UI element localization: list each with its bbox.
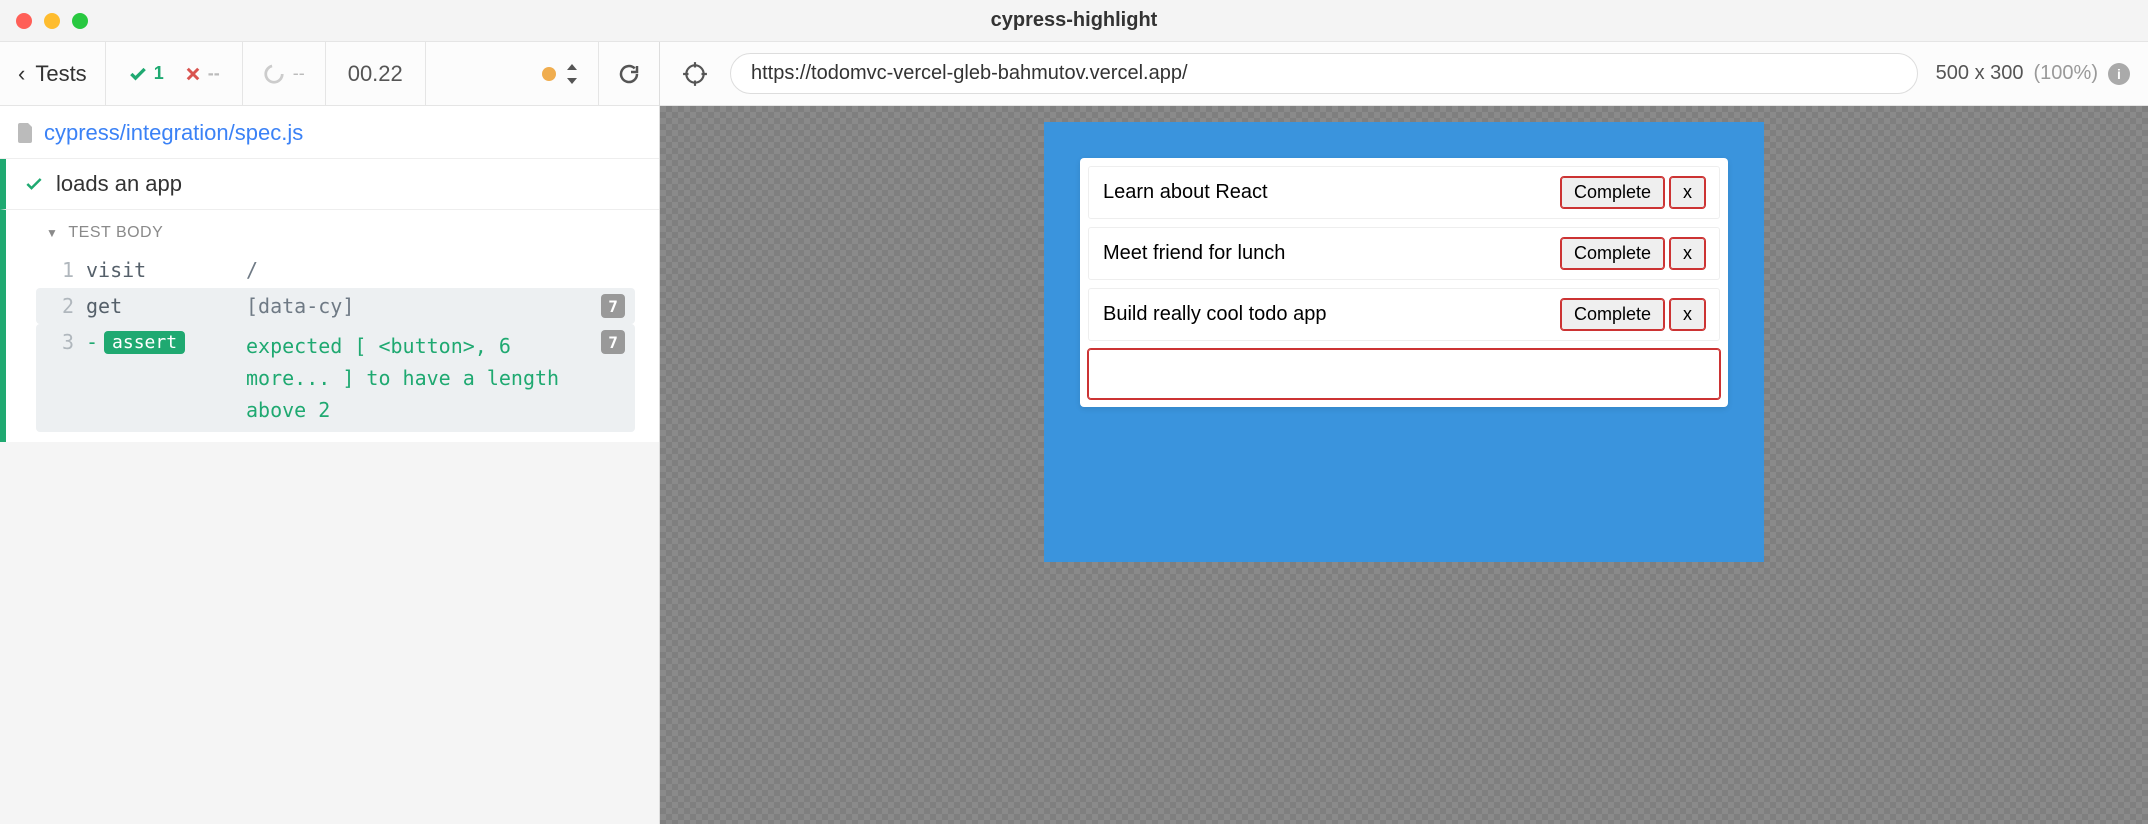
passed-number: 1 <box>154 63 164 84</box>
line-number: 3 <box>46 330 86 354</box>
command-log: 1 visit / 2 get [data-cy] 7 3 - assert <box>6 252 659 432</box>
test-title: loads an app <box>56 171 182 197</box>
window-titlebar: cypress-highlight <box>0 0 2148 42</box>
selector-playground-button[interactable] <box>678 57 712 91</box>
assert-text: expected [ <button>, 6 more... ] to have… <box>246 330 585 426</box>
auto-scroll-toggle[interactable] <box>524 42 599 105</box>
aut-preview-area: Learn about React Complete x Meet friend… <box>660 106 2148 824</box>
remove-button[interactable]: x <box>1670 238 1705 269</box>
info-icon[interactable]: i <box>2108 63 2130 85</box>
command-row[interactable]: 3 - assert expected [ <button>, 6 more..… <box>36 324 635 432</box>
complete-button[interactable]: Complete <box>1561 238 1664 269</box>
assert-badge: assert <box>104 331 185 354</box>
failed-number: -- <box>208 63 220 84</box>
command-name: get <box>86 294 246 318</box>
todo-text: Build really cool todo app <box>1103 303 1326 326</box>
command-row[interactable]: 2 get [data-cy] 7 <box>36 288 635 324</box>
check-icon <box>128 64 148 84</box>
viewport-size: 500 x 300 <box>1936 62 2024 85</box>
spinner-icon <box>263 63 285 85</box>
duration-value: 00.22 <box>348 61 403 87</box>
chevron-left-icon: ‹ <box>18 61 25 87</box>
back-label: Tests <box>35 61 86 87</box>
remove-button[interactable]: x <box>1670 177 1705 208</box>
command-row[interactable]: 1 visit / <box>36 252 635 288</box>
window-zoom-icon[interactable] <box>72 13 88 29</box>
new-todo-input[interactable] <box>1088 349 1720 399</box>
rerun-button[interactable] <box>599 42 659 105</box>
spec-file-link[interactable]: cypress/integration/spec.js <box>0 106 659 159</box>
command-name: visit <box>86 258 246 282</box>
stats-bar: ‹ Tests 1 -- -- 00.22 <box>0 42 659 106</box>
elements-count-badge: 7 <box>601 294 625 318</box>
preview-header: https://todomvc-vercel-gleb-bahmutov.ver… <box>660 42 2148 106</box>
check-icon <box>24 174 44 194</box>
pending-number: -- <box>293 63 305 84</box>
viewport-scale: (100%) <box>2034 62 2098 85</box>
window-minimize-icon[interactable] <box>44 13 60 29</box>
updown-icon <box>564 63 580 85</box>
amber-dot-icon <box>542 67 556 81</box>
passed-count: 1 <box>128 63 164 84</box>
todo-list: Learn about React Complete x Meet friend… <box>1080 158 1728 407</box>
app-under-test: Learn about React Complete x Meet friend… <box>1044 122 1764 562</box>
complete-button[interactable]: Complete <box>1561 299 1664 330</box>
file-icon <box>18 123 34 143</box>
failed-count: -- <box>184 63 220 84</box>
todo-item: Build really cool todo app Complete x <box>1088 288 1720 341</box>
triangle-down-icon: ▼ <box>46 226 58 240</box>
test-body-label: TEST BODY <box>68 224 163 242</box>
url-display[interactable]: https://todomvc-vercel-gleb-bahmutov.ver… <box>730 53 1918 94</box>
todo-item: Learn about React Complete x <box>1088 166 1720 219</box>
command-args: / <box>246 258 585 282</box>
window-close-icon[interactable] <box>16 13 32 29</box>
test-title-row[interactable]: loads an app <box>0 159 659 210</box>
pass-fail-group: 1 -- <box>106 42 243 105</box>
crosshair-icon <box>682 61 708 87</box>
todo-text: Meet friend for lunch <box>1103 242 1285 265</box>
preview-pane: https://todomvc-vercel-gleb-bahmutov.ver… <box>660 42 2148 824</box>
line-number: 1 <box>46 258 86 282</box>
test-body: ▼ TEST BODY 1 visit / 2 get [data-cy] 7 … <box>0 210 659 442</box>
reload-icon <box>617 62 641 86</box>
elements-count-badge: 7 <box>601 330 625 354</box>
reporter-pane: ‹ Tests 1 -- -- 00.22 <box>0 42 660 824</box>
todo-item: Meet friend for lunch Complete x <box>1088 227 1720 280</box>
spec-path-text: cypress/integration/spec.js <box>44 120 303 146</box>
viewport-info: 500 x 300 (100%) i <box>1936 62 2130 85</box>
line-number: 2 <box>46 294 86 318</box>
x-icon <box>184 65 202 83</box>
back-to-tests-button[interactable]: ‹ Tests <box>0 42 106 105</box>
command-args: [data-cy] <box>246 294 585 318</box>
remove-button[interactable]: x <box>1670 299 1705 330</box>
traffic-lights <box>16 13 88 29</box>
duration: 00.22 <box>326 42 426 105</box>
dash-icon: - <box>86 330 98 354</box>
window-title: cypress-highlight <box>0 9 2148 32</box>
test-body-header[interactable]: ▼ TEST BODY <box>6 210 659 252</box>
complete-button[interactable]: Complete <box>1561 177 1664 208</box>
todo-text: Learn about React <box>1103 181 1268 204</box>
url-text: https://todomvc-vercel-gleb-bahmutov.ver… <box>751 62 1188 84</box>
pending-count: -- <box>243 42 326 105</box>
